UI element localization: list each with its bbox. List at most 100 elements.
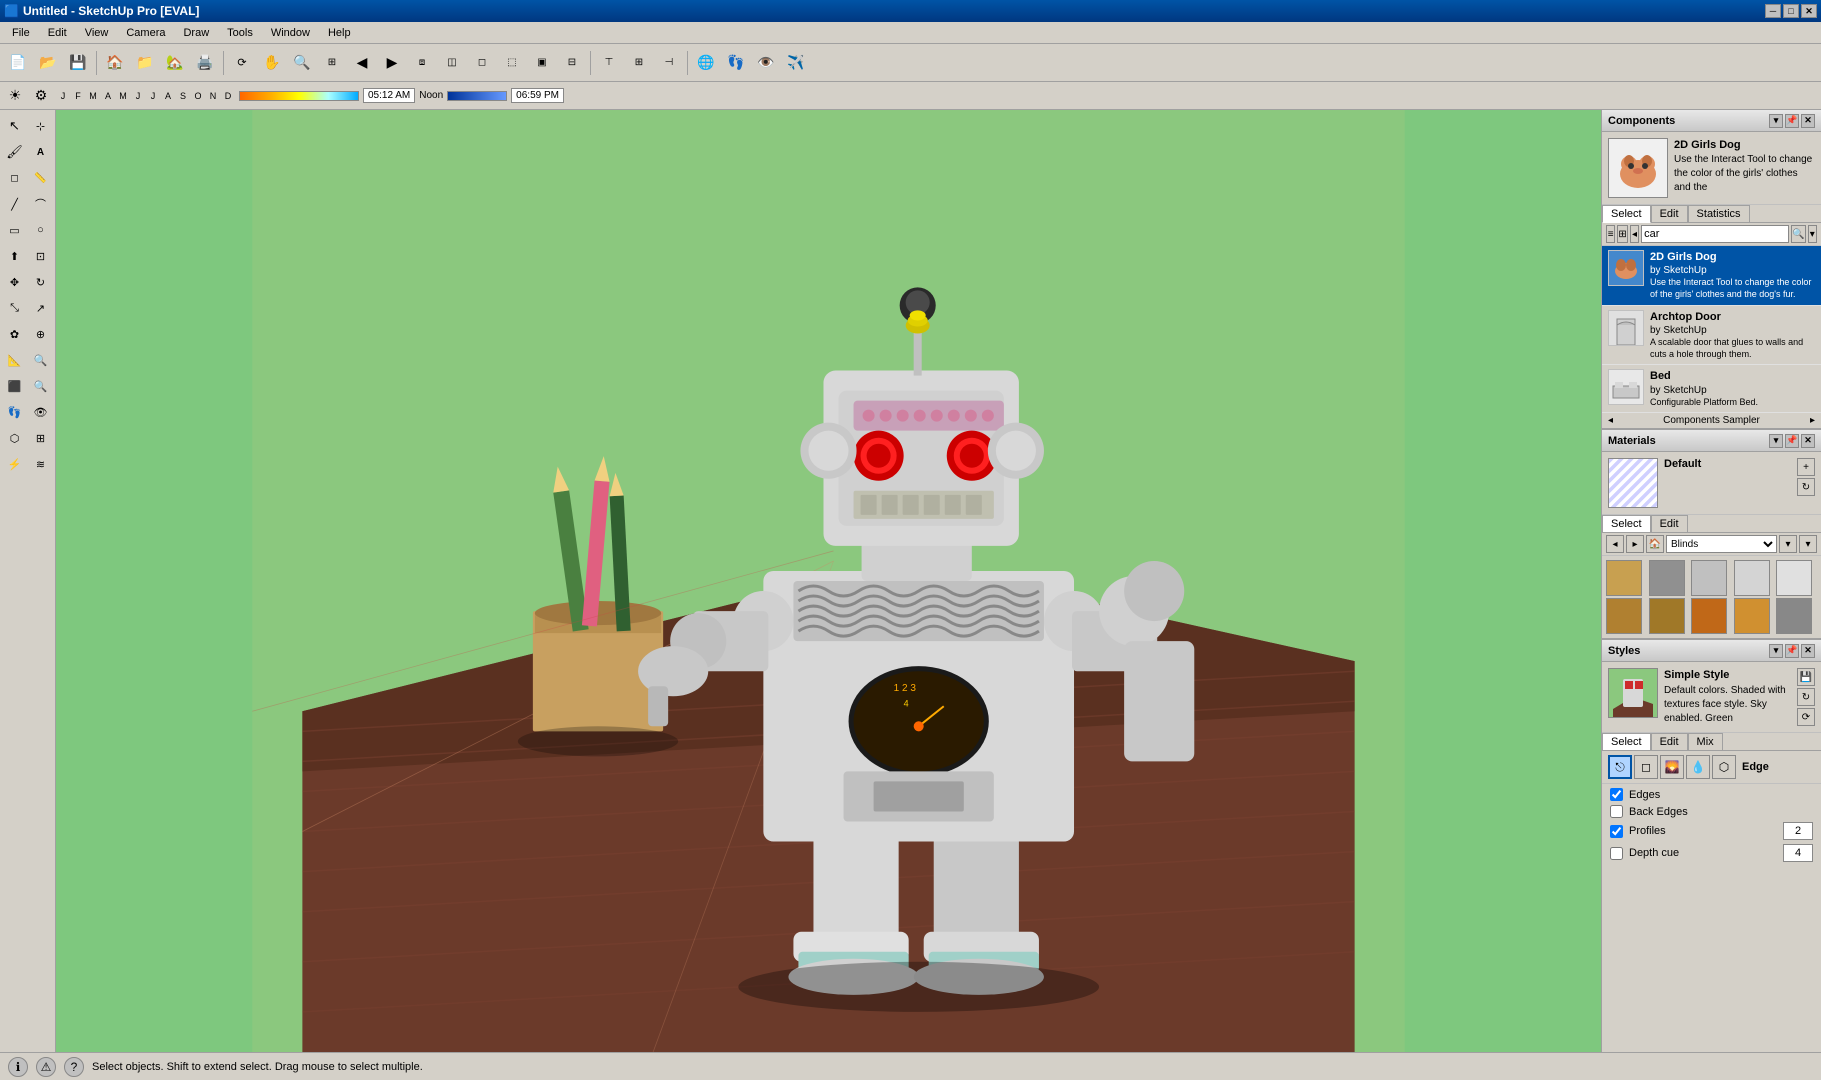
save-button[interactable]: 💾 <box>64 49 92 77</box>
materials-collapse-button[interactable]: ▾ <box>1769 434 1783 448</box>
view-5-button[interactable]: ⊟ <box>558 49 586 77</box>
offset-tool[interactable]: ⊡ <box>29 244 53 268</box>
styles-collapse-button[interactable]: ▾ <box>1769 644 1783 658</box>
style-reset-button[interactable]: ⟳ <box>1797 708 1815 726</box>
materials-select-tab[interactable]: Select <box>1602 515 1651 532</box>
component-item-1[interactable]: 2D Girls Dog by SketchUp Use the Interac… <box>1602 246 1821 306</box>
components-footer-prev[interactable]: ◂ <box>1608 415 1613 426</box>
material-swatch-2[interactable] <box>1649 560 1685 596</box>
components-collapse-button[interactable]: ▾ <box>1769 114 1783 128</box>
menu-window[interactable]: Window <box>263 25 318 41</box>
material-swatch-9[interactable] <box>1734 598 1770 634</box>
measure-tool[interactable]: 📐 <box>3 348 27 372</box>
section-plane-tool[interactable]: ⬛ <box>3 374 27 398</box>
select-tool[interactable]: ↖ <box>3 114 27 138</box>
components-search-input[interactable] <box>1641 225 1789 243</box>
material-swatch-1[interactable] <box>1606 560 1642 596</box>
viewport[interactable]: 1 2 3 4 <box>56 110 1601 1052</box>
geo-location-button[interactable]: 🌐 <box>692 49 720 77</box>
pan-button[interactable]: ✋ <box>258 49 286 77</box>
style-refresh-button[interactable]: ↻ <box>1797 688 1815 706</box>
style-background-icon[interactable]: 🌄 <box>1660 755 1684 779</box>
component-item-3[interactable]: Bed by SketchUp Configurable Platform Be… <box>1602 365 1821 413</box>
new-button[interactable]: 📄 <box>4 49 32 77</box>
back-edges-checkbox[interactable] <box>1610 805 1623 818</box>
menu-view[interactable]: View <box>77 25 117 41</box>
top-view-button[interactable]: ⊤ <box>595 49 623 77</box>
styles-pin-button[interactable]: 📌 <box>1785 644 1799 658</box>
materials-pin-button[interactable]: 📌 <box>1785 434 1799 448</box>
menu-draw[interactable]: Draw <box>175 25 217 41</box>
style-watermark-icon[interactable]: 💧 <box>1686 755 1710 779</box>
view-3-button[interactable]: ⬚ <box>498 49 526 77</box>
material-swatch-10[interactable] <box>1776 598 1812 634</box>
material-refresh-button[interactable]: ↻ <box>1797 478 1815 496</box>
mat-dropdown-button[interactable]: ▾ <box>1779 535 1797 553</box>
materials-close-button[interactable]: ✕ <box>1801 434 1815 448</box>
zoom-button[interactable]: 🔍 <box>288 49 316 77</box>
next-view-button[interactable]: ▶ <box>378 49 406 77</box>
minimize-button[interactable]: ─ <box>1765 4 1781 18</box>
view-4-button[interactable]: ▣ <box>528 49 556 77</box>
eraser-tool[interactable]: ◻ <box>3 166 27 190</box>
sandbox-tool[interactable]: ≋ <box>29 452 53 476</box>
components-settings-button[interactable]: ▾ <box>1808 225 1817 243</box>
styles-edit-tab[interactable]: Edit <box>1651 733 1688 750</box>
mat-forward-button[interactable]: ▸ <box>1626 535 1644 553</box>
walk-button[interactable]: 👣 <box>722 49 750 77</box>
house-button[interactable]: 🏡 <box>161 49 189 77</box>
style-edges-icon[interactable]: ⎋ <box>1608 755 1632 779</box>
menu-edit[interactable]: Edit <box>40 25 75 41</box>
close-button[interactable]: ✕ <box>1801 4 1817 18</box>
paint-tool[interactable]: 🖌 <box>3 140 27 164</box>
line-tool[interactable]: ╱ <box>3 192 27 216</box>
edges-checkbox[interactable] <box>1610 788 1623 801</box>
styles-close-button[interactable]: ✕ <box>1801 644 1815 658</box>
material-swatch-4[interactable] <box>1734 560 1770 596</box>
tape-tool[interactable]: 📏 <box>29 166 53 190</box>
mat-home-button[interactable]: 🏠 <box>1646 535 1664 553</box>
push-pull-tool[interactable]: ⬆ <box>3 244 27 268</box>
section-cut-tool[interactable]: 🔍 <box>29 374 53 398</box>
prev-view-button[interactable]: ◀ <box>348 49 376 77</box>
maximize-button[interactable]: □ <box>1783 4 1799 18</box>
materials-category-dropdown[interactable]: Blinds Wood Metal <box>1666 535 1777 553</box>
arc-tool[interactable]: ⌒ <box>29 192 53 216</box>
menu-tools[interactable]: Tools <box>219 25 261 41</box>
components-edit-tab[interactable]: Edit <box>1651 205 1688 222</box>
search-button[interactable]: 🔍 <box>1791 225 1805 243</box>
style-save-button[interactable]: 💾 <box>1797 668 1815 686</box>
right-view-button[interactable]: ⊣ <box>655 49 683 77</box>
intersect-tool[interactable]: ✿ <box>3 322 27 346</box>
menu-file[interactable]: File <box>4 25 38 41</box>
depth-cue-value-input[interactable] <box>1783 844 1813 862</box>
components-statistics-tab[interactable]: Statistics <box>1688 205 1750 222</box>
component-select-tool[interactable]: ⊹ <box>29 114 53 138</box>
zoom-extents-button[interactable]: ⊞ <box>318 49 346 77</box>
styles-select-tab[interactable]: Select <box>1602 733 1651 750</box>
components-pin-button[interactable]: 📌 <box>1785 114 1799 128</box>
style-modeling-icon[interactable]: ⬡ <box>1712 755 1736 779</box>
rectangle-tool[interactable]: ▭ <box>3 218 27 242</box>
mat-settings-button[interactable]: ▾ <box>1799 535 1817 553</box>
style-face-icon[interactable]: ◻ <box>1634 755 1658 779</box>
rotate-tool[interactable]: ↻ <box>29 270 53 294</box>
depth-cue-checkbox[interactable] <box>1610 847 1623 860</box>
fly-button[interactable]: ✈️ <box>782 49 810 77</box>
folder-button[interactable]: 📁 <box>131 49 159 77</box>
front-view-button[interactable]: ⊞ <box>625 49 653 77</box>
walk-tool[interactable]: 👣 <box>3 400 27 424</box>
material-swatch-5[interactable] <box>1776 560 1812 596</box>
material-swatch-8[interactable] <box>1691 598 1727 634</box>
shadow-toggle[interactable]: ☀ <box>4 85 26 107</box>
section-planes-button[interactable]: ⧈ <box>408 49 436 77</box>
profiles-value-input[interactable] <box>1783 822 1813 840</box>
open-button[interactable]: 📂 <box>34 49 62 77</box>
nav-back-button[interactable]: ◂ <box>1630 225 1639 243</box>
orbit-button[interactable]: ⟳ <box>228 49 256 77</box>
home-button[interactable]: 🏠 <box>101 49 129 77</box>
menu-camera[interactable]: Camera <box>118 25 173 41</box>
components-select-tab[interactable]: Select <box>1602 205 1651 223</box>
move-tool[interactable]: ✥ <box>3 270 27 294</box>
view-grid-button[interactable]: ⊞ <box>1617 225 1627 243</box>
